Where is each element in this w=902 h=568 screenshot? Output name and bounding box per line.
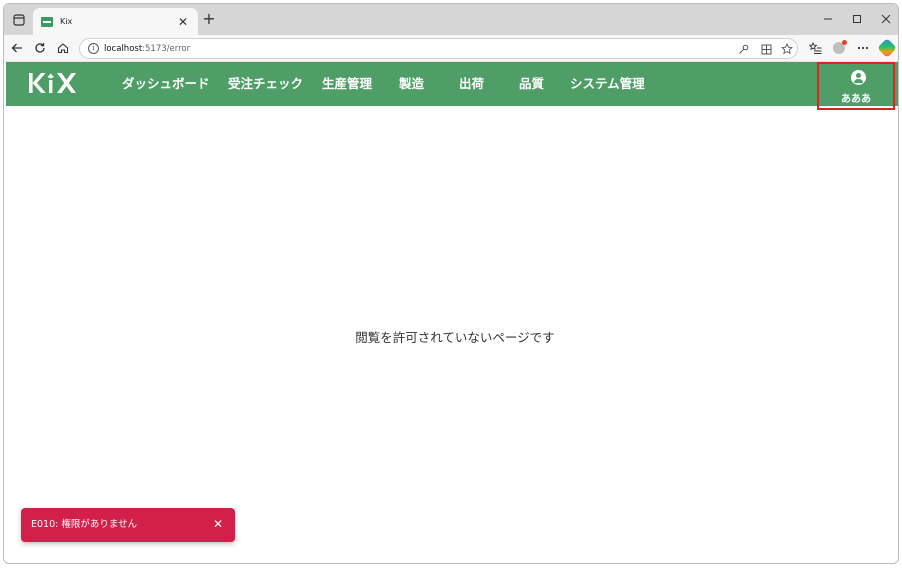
favorites-list-icon[interactable] [807,40,823,56]
nav-production-management[interactable]: 生産管理 [322,76,372,92]
profile-icon[interactable] [831,40,847,56]
nav-order-check[interactable]: 受注チェック [228,76,303,92]
browser-toolbar: i localhost:5173/error [4,35,898,62]
minimize-icon[interactable] [820,11,836,27]
apps-icon[interactable] [759,42,773,56]
nav-manufacturing[interactable]: 製造 [399,76,424,92]
browser-tab[interactable]: Kix ✕ [33,8,198,35]
close-icon[interactable]: ✕ [211,517,225,531]
tab-title: Kix [60,17,73,26]
toast-message: E010: 権限がありません [31,519,138,530]
kix-favicon-icon [41,16,53,27]
back-icon[interactable] [9,40,25,56]
app-header: ダッシュボード 受注チェック 生産管理 製造 出荷 品質 システム管理 あああ [6,62,898,110]
kix-logo-mark [29,73,76,93]
user-menu-button[interactable]: あああ [817,62,895,110]
key-icon[interactable] [736,42,750,56]
url-text[interactable]: localhost:5173/error [104,43,190,55]
address-bar[interactable]: i localhost:5173/error [79,38,798,59]
nav-shipping[interactable]: 出荷 [459,76,484,92]
more-options-icon[interactable] [855,40,871,56]
close-window-icon[interactable] [878,11,894,27]
new-tab-icon[interactable]: + [201,11,217,27]
copilot-icon[interactable] [877,38,897,58]
tab-strip: Kix ✕ + [4,4,898,35]
nav-system-management[interactable]: システム管理 [570,76,645,92]
user-circle-icon [851,70,866,85]
user-name: あああ [841,94,871,105]
tab-close-icon[interactable]: ✕ [176,15,190,29]
kix-logo[interactable] [27,70,79,96]
tab-actions-icon[interactable] [10,11,28,29]
browser-window: Kix ✕ + i localhost:5173/error ダッシュボード 受… [3,3,899,564]
access-denied-message: 閲覧を許可されていないページです [355,330,555,345]
home-icon[interactable] [55,40,71,56]
maximize-icon[interactable] [849,11,865,27]
info-icon[interactable]: i [88,43,99,54]
nav-quality[interactable]: 品質 [519,76,544,92]
error-toast: E010: 権限がありません ✕ [21,508,235,542]
nav-dashboard[interactable]: ダッシュボード [122,76,210,92]
favorite-star-icon[interactable] [780,42,794,56]
reload-icon[interactable] [32,40,48,56]
